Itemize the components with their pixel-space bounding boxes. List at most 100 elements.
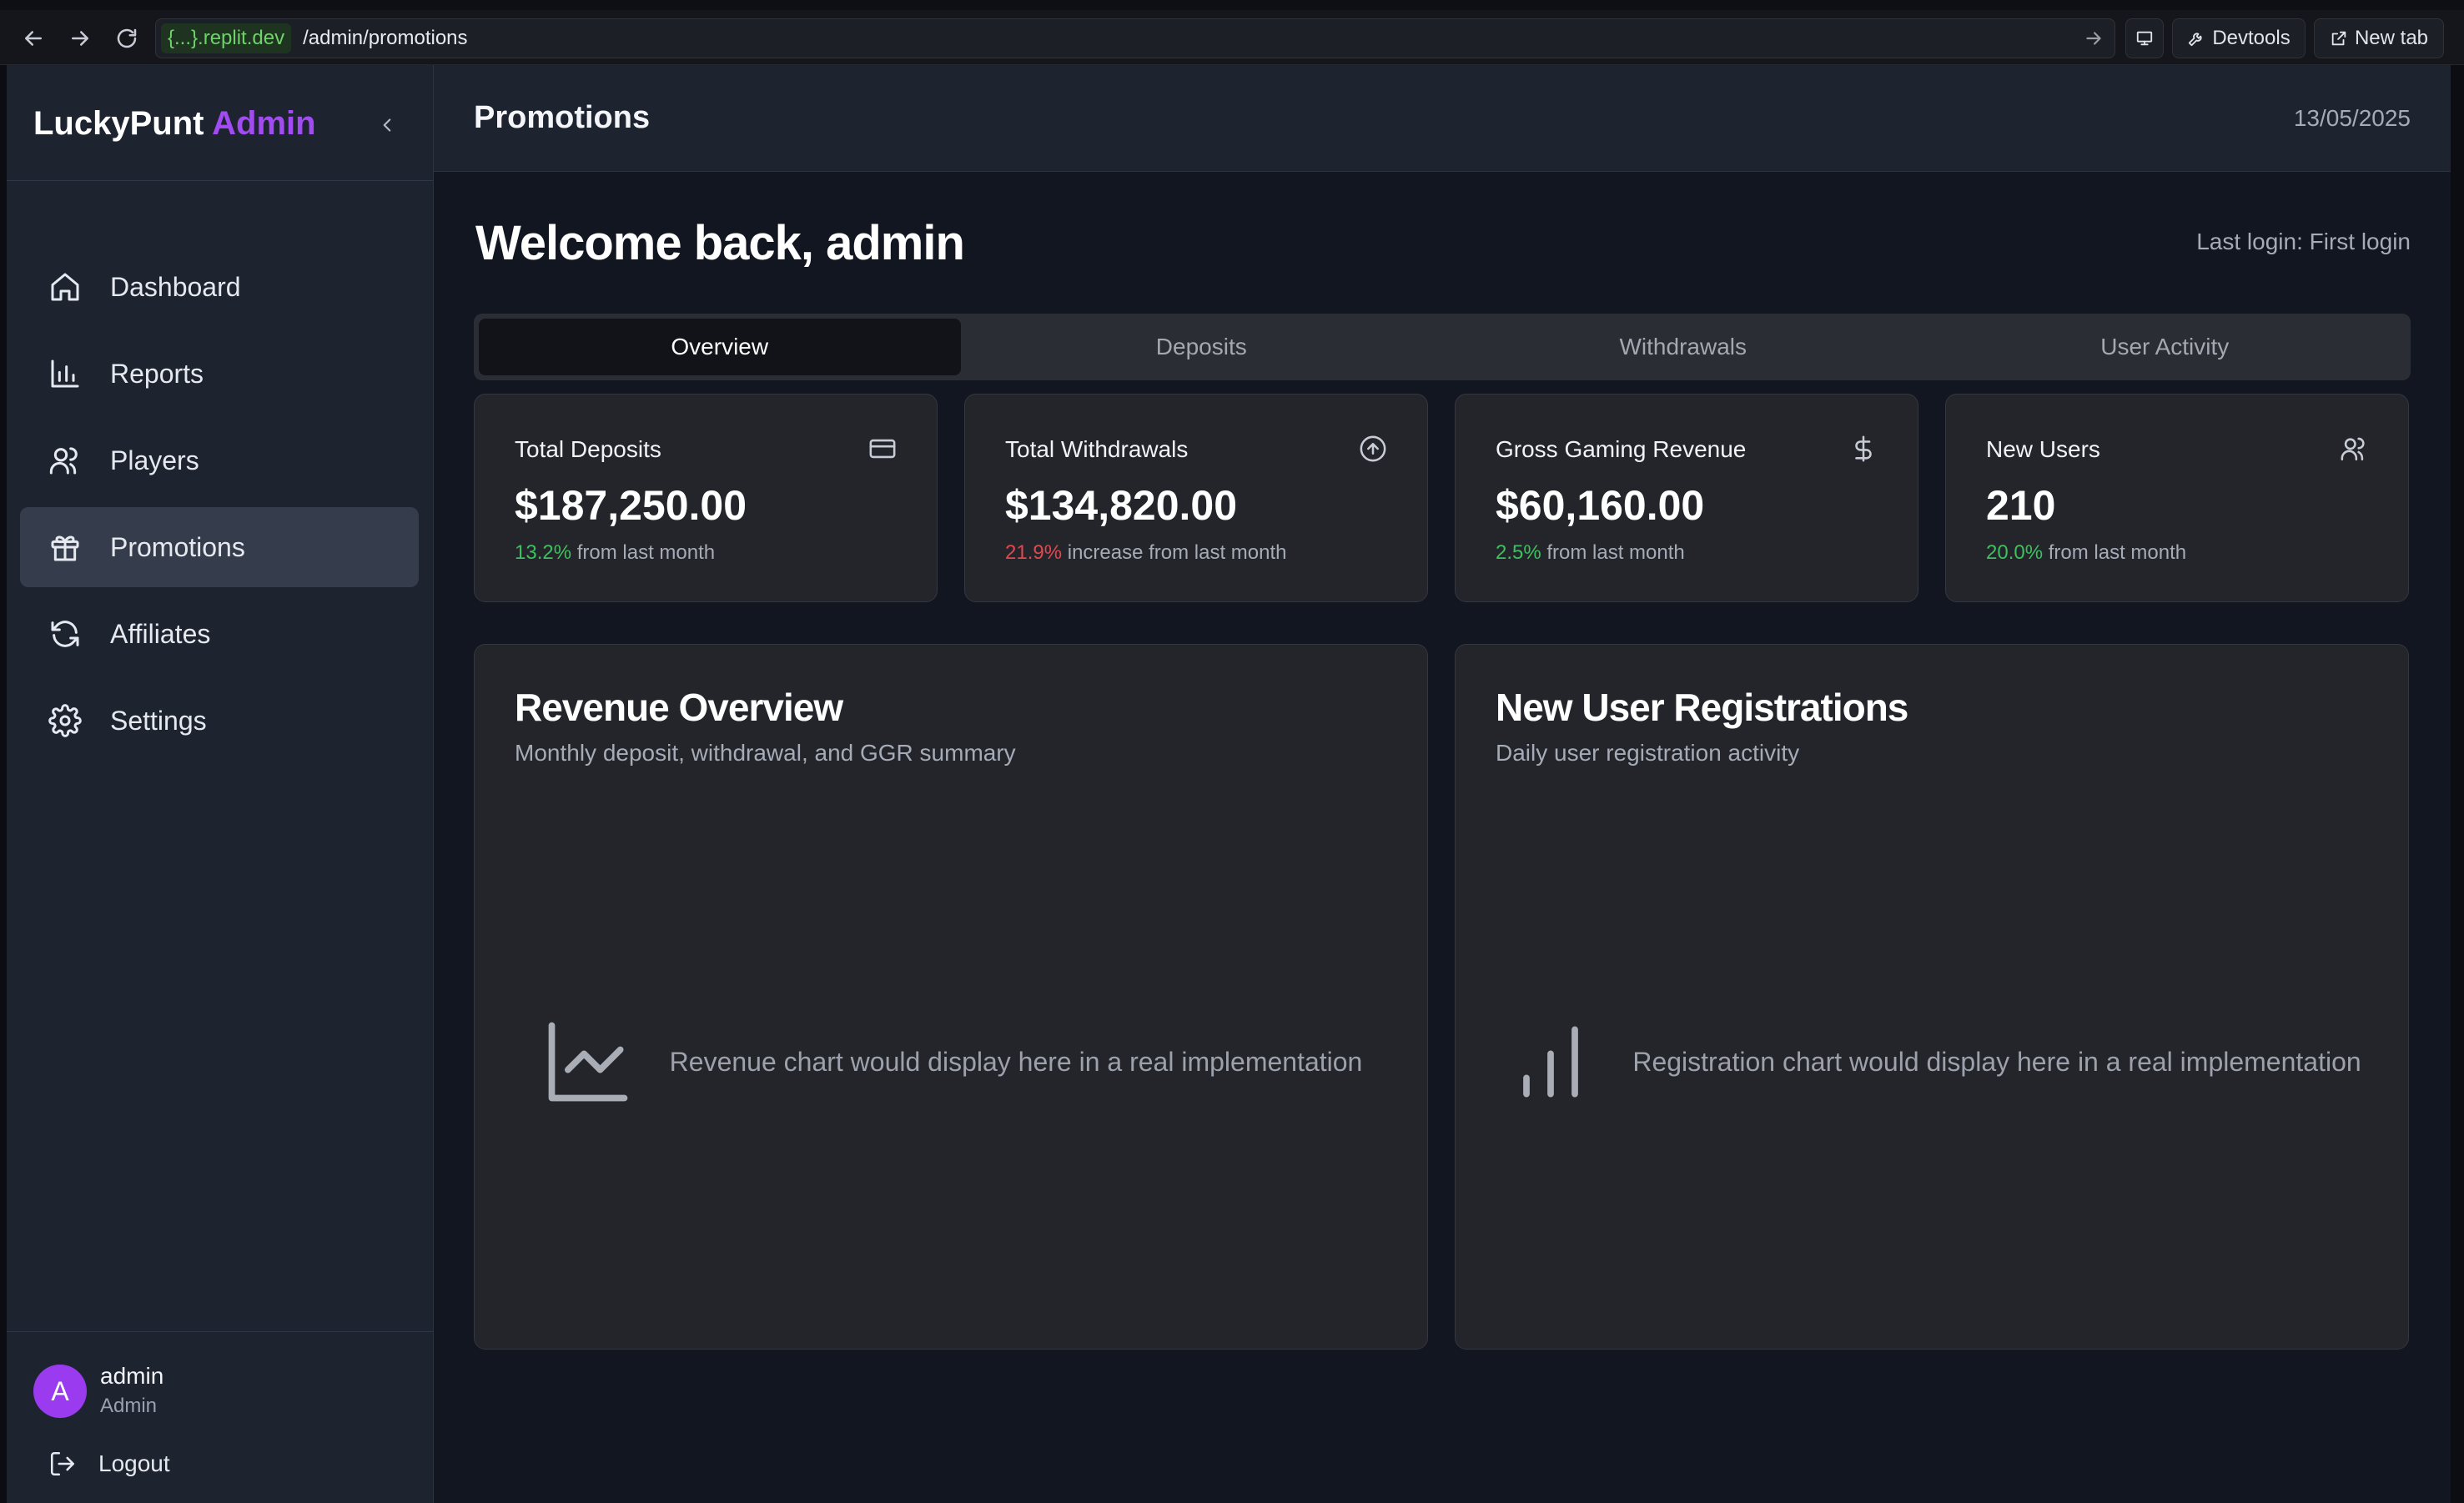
stat-change: 21.9% increase from last month <box>1005 541 1287 565</box>
reload-button[interactable] <box>107 18 147 58</box>
last-login-text: Last login: First login <box>2196 229 2411 254</box>
stat-change: 13.2% from last month <box>515 541 715 565</box>
sidebar-item-label: Settings <box>110 705 207 736</box>
gift-icon <box>48 530 82 564</box>
home-icon <box>48 270 82 304</box>
tab-user-activity[interactable]: User Activity <box>1924 319 2406 375</box>
user-role: Admin <box>100 1395 158 1417</box>
sidebar: LuckyPunt Admin Dashboard Reports Player… <box>7 65 434 1503</box>
sidebar-divider <box>7 180 433 181</box>
placeholder-text: Registration chart would display here in… <box>1632 1046 2361 1077</box>
chart-placeholder: Registration chart would display here in… <box>1456 1012 2408 1112</box>
avatar[interactable]: A <box>33 1365 87 1418</box>
sidebar-item-promotions[interactable]: Promotions <box>20 507 419 587</box>
device-preview-button[interactable] <box>2125 18 2164 58</box>
monitor-icon <box>2136 31 2153 46</box>
reload-icon <box>117 28 137 48</box>
new-tab-button[interactable]: New tab <box>2314 18 2444 58</box>
tab-deposits[interactable]: Deposits <box>961 319 1443 375</box>
stat-card-total-deposits: Total Deposits $187,250.00 13.2% from la… <box>474 394 938 602</box>
sidebar-item-players[interactable]: Players <box>20 420 419 500</box>
panel-title: New User Registrations <box>1496 686 1908 729</box>
forward-button[interactable] <box>60 18 100 58</box>
users-icon <box>2340 435 2368 463</box>
panel-subtitle: Daily user registration activity <box>1496 740 1800 766</box>
stat-change: 2.5% from last month <box>1496 541 1685 565</box>
arrow-up-circle-icon <box>1359 435 1387 463</box>
sidebar-item-label: Players <box>110 445 199 475</box>
stat-change-text: from last month <box>576 541 716 564</box>
refresh-icon <box>48 617 82 651</box>
gear-icon <box>48 704 82 737</box>
stat-change-percent: 20.0% <box>1986 541 2044 564</box>
page-title: Promotions <box>474 100 651 135</box>
revenue-overview-panel: Revenue Overview Monthly deposit, withdr… <box>474 644 1428 1350</box>
url-bar[interactable]: {...}.replit.dev /admin/promotions <box>155 18 2115 58</box>
collapse-sidebar-button[interactable] <box>370 108 404 142</box>
stat-label: Total Withdrawals <box>1005 436 1189 462</box>
new-user-registrations-panel: New User Registrations Daily user regist… <box>1455 644 2409 1350</box>
welcome-heading: Welcome back, admin <box>475 216 965 270</box>
bar-chart-icon <box>1502 1013 1599 1110</box>
sidebar-item-label: Dashboard <box>110 271 241 302</box>
stat-change-percent: 2.5% <box>1496 541 1541 564</box>
tab-strip <box>0 0 2464 10</box>
panel-subtitle: Monthly deposit, withdrawal, and GGR sum… <box>515 740 1016 766</box>
brand-name: LuckyPunt <box>33 105 204 142</box>
stat-change-percent: 13.2% <box>515 541 572 564</box>
sidebar-divider <box>7 1331 433 1332</box>
arrow-right-icon <box>72 31 88 46</box>
current-date: 13/05/2025 <box>2293 105 2411 131</box>
stat-value: $187,250.00 <box>515 482 747 529</box>
sidebar-item-label: Affiliates <box>110 618 211 649</box>
stat-card-gross-gaming-revenue: Gross Gaming Revenue $60,160.00 2.5% fro… <box>1455 394 1918 602</box>
tab-withdrawals[interactable]: Withdrawals <box>1442 319 1924 375</box>
stat-change-text: increase from last month <box>1067 541 1287 564</box>
sidebar-item-settings[interactable]: Settings <box>20 681 419 761</box>
page-header: Promotions 13/05/2025 <box>434 65 2451 172</box>
dollar-icon <box>1849 435 1878 463</box>
logout-button[interactable]: Logout <box>48 1443 170 1485</box>
brand-accent: Admin <box>212 105 316 142</box>
credit-card-icon <box>868 435 897 463</box>
brand-logo[interactable]: LuckyPunt Admin <box>33 105 316 143</box>
stat-value: 210 <box>1986 482 2056 529</box>
sidebar-item-affiliates[interactable]: Affiliates <box>20 594 419 674</box>
sidebar-item-label: Promotions <box>110 531 245 562</box>
external-link-icon <box>2331 31 2346 46</box>
stat-change-text: from last month <box>1546 541 1685 564</box>
url-path: /admin/promotions <box>303 27 468 49</box>
tab-overview[interactable]: Overview <box>479 319 961 375</box>
devtools-button[interactable]: Devtools <box>2172 18 2306 58</box>
stat-label: Total Deposits <box>515 436 661 462</box>
logout-label: Logout <box>98 1450 170 1476</box>
back-button[interactable] <box>13 18 53 58</box>
arrow-left-icon <box>25 31 42 46</box>
chevron-left-icon <box>383 118 391 132</box>
stat-value: $134,820.00 <box>1005 482 1238 529</box>
stat-change: 20.0% from last month <box>1986 541 2186 565</box>
chart-placeholder: Revenue chart would display here in a re… <box>475 1012 1427 1112</box>
sidebar-item-dashboard[interactable]: Dashboard <box>20 247 419 327</box>
stat-card-total-withdrawals: Total Withdrawals $134,820.00 21.9% incr… <box>964 394 1428 602</box>
go-arrow-icon[interactable] <box>2083 28 2104 49</box>
line-chart-icon <box>540 1013 636 1110</box>
sidebar-item-reports[interactable]: Reports <box>20 334 419 414</box>
logout-icon <box>50 1451 75 1476</box>
stat-change-text: from last month <box>2048 541 2187 564</box>
bar-chart-icon <box>48 357 82 390</box>
url-host: {...}.replit.dev <box>161 23 292 53</box>
browser-toolbar: {...}.replit.dev /admin/promotions Devto… <box>0 0 2464 65</box>
stat-label: New Users <box>1986 436 2100 462</box>
panel-title: Revenue Overview <box>515 686 843 729</box>
users-icon <box>48 444 82 477</box>
stat-label: Gross Gaming Revenue <box>1496 436 1747 462</box>
sidebar-item-label: Reports <box>110 358 204 389</box>
placeholder-text: Revenue chart would display here in a re… <box>669 1046 1363 1077</box>
stat-card-new-users: New Users 210 20.0% from last month <box>1945 394 2409 602</box>
stat-value: $60,160.00 <box>1496 482 1705 529</box>
devtools-label: Devtools <box>2212 27 2291 49</box>
stat-change-percent: 21.9% <box>1005 541 1063 564</box>
main-content: Promotions 13/05/2025 Welcome back, admi… <box>434 65 2451 1503</box>
new-tab-label: New tab <box>2354 27 2429 49</box>
